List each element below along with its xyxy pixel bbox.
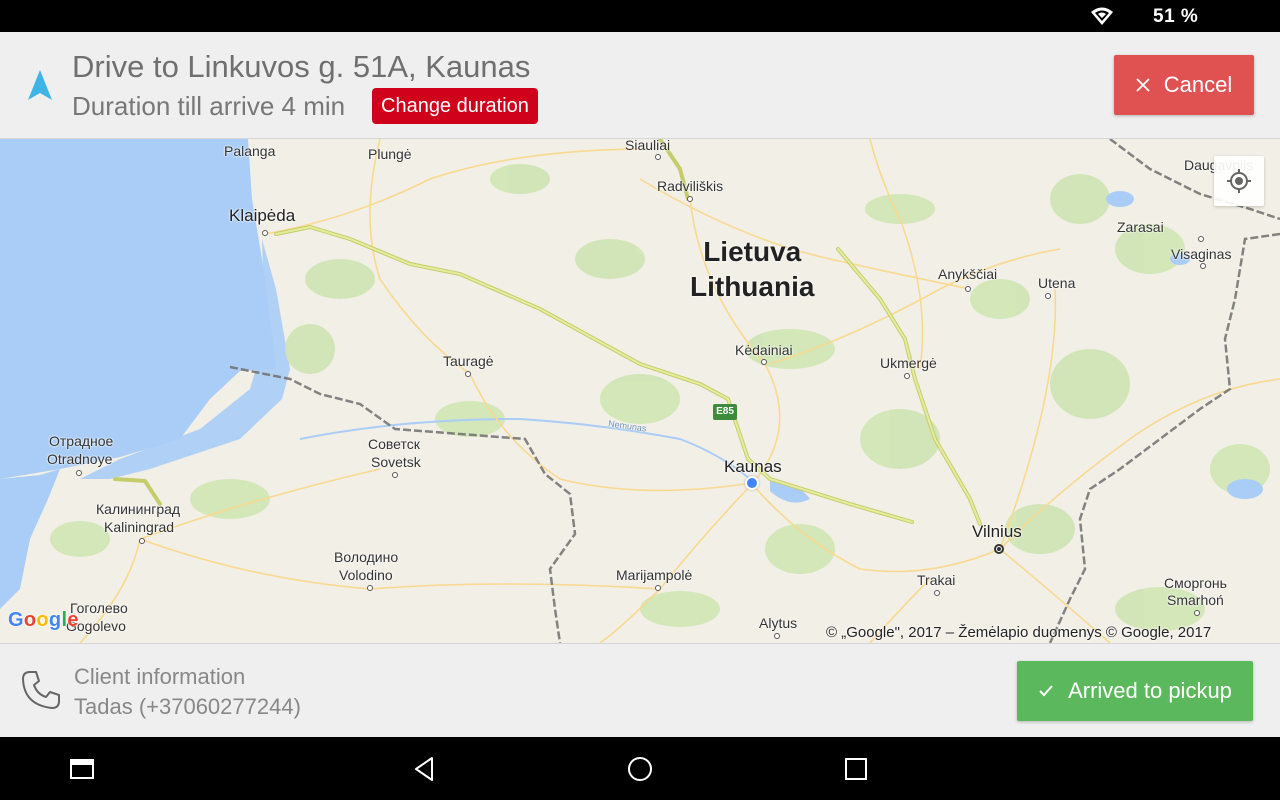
back-icon[interactable]: [408, 753, 440, 785]
place-anyksciai: Anykščiai: [938, 266, 998, 282]
city-marker: [774, 633, 780, 639]
google-logo-letter: o: [23, 609, 37, 631]
map-view[interactable]: Lietuva Lithuania Palanga Plungė Siaulia…: [0, 139, 1280, 643]
city-marker: [262, 230, 268, 236]
city-marker: [655, 585, 661, 591]
place-smorgon-ru: Сморгонь: [1164, 575, 1227, 591]
map-attribution[interactable]: © „Google", 2017 – Žemėlapio duomenys © …: [826, 624, 1211, 641]
wifi-icon: [1091, 7, 1113, 25]
recent-apps-icon[interactable]: [66, 753, 98, 785]
city-marker: [934, 590, 940, 596]
country-label-local: Lietuva: [703, 236, 802, 267]
duration-text: Duration till arrive 4 min: [72, 91, 346, 121]
change-duration-button[interactable]: Change duration: [372, 88, 538, 124]
place-vilnius: Vilnius: [972, 522, 1022, 541]
place-utena: Utena: [1038, 275, 1076, 291]
destination-title: Drive to Linkuvos g. 51A, Kaunas: [72, 49, 531, 84]
system-nav-bar: [0, 737, 1280, 800]
place-kaliningrad: Kaliningrad: [104, 519, 175, 535]
my-location-button[interactable]: [1214, 156, 1264, 206]
arrived-label: Arrived to pickup: [1068, 678, 1232, 703]
place-sovetsk-ru: Советск: [368, 436, 420, 452]
battery-percentage: 51 %: [1153, 6, 1199, 27]
place-klaipeda: Klaipėda: [229, 206, 296, 225]
city-marker: [687, 196, 693, 202]
place-kaunas: Kaunas: [724, 457, 782, 476]
place-smarhon: Smarhoń: [1167, 592, 1224, 608]
city-marker: [367, 585, 373, 591]
google-logo-letter: e: [67, 609, 79, 631]
city-marker: [392, 472, 398, 478]
client-name-phone[interactable]: Tadas (+37060277244): [74, 694, 301, 720]
my-location-icon: [1227, 169, 1251, 193]
home-icon[interactable]: [624, 753, 656, 785]
city-marker: [655, 154, 661, 160]
place-palanga: Palanga: [224, 143, 276, 159]
place-marijampole: Marijampolė: [616, 567, 693, 583]
close-icon: [1136, 78, 1150, 92]
place-taurage: Tauragė: [443, 353, 494, 369]
city-marker: [1194, 610, 1200, 616]
city-marker: [904, 373, 910, 379]
place-siauliai: Siauliai: [625, 139, 671, 153]
place-plunge: Plungė: [368, 146, 412, 162]
city-marker: [965, 286, 971, 292]
phone-icon[interactable]: [20, 669, 62, 711]
city-marker: [465, 371, 471, 377]
place-kedainiai: Kėdainiai: [735, 342, 793, 358]
capital-marker: [994, 544, 1004, 554]
google-logo: Google: [8, 609, 79, 632]
city-marker: [139, 538, 145, 544]
status-bar: 51 %: [0, 0, 1280, 32]
city-marker: [76, 470, 82, 476]
place-ukmerge: Ukmergė: [880, 355, 937, 371]
overview-square-icon[interactable]: [840, 753, 872, 785]
place-visaginas: Visaginas: [1171, 246, 1232, 262]
place-radviliskis: Radviliškis: [657, 178, 724, 194]
country-label-en: Lithuania: [690, 271, 815, 302]
city-marker: [761, 359, 767, 365]
google-logo-letter: g: [48, 609, 62, 631]
arrived-to-pickup-button[interactable]: Arrived to pickup: [1017, 661, 1253, 721]
navigation-arrow-icon: [28, 70, 52, 100]
country-label: Lietuva Lithuania: [690, 234, 814, 304]
place-otradnoye: Otradnoye: [47, 451, 113, 467]
place-trakai: Trakai: [917, 572, 956, 588]
place-volodino: Volodino: [339, 567, 393, 583]
place-kaliningrad-ru: Калининград: [96, 501, 181, 517]
city-marker: [1045, 293, 1051, 299]
place-zarasai: Zarasai: [1117, 219, 1164, 235]
google-logo-letter: G: [8, 609, 24, 631]
cancel-button[interactable]: Cancel: [1114, 55, 1254, 115]
place-volodino-ru: Володино: [334, 549, 399, 565]
cancel-label: Cancel: [1163, 72, 1233, 97]
road-shield-e85: E85: [713, 404, 737, 420]
city-marker: [1200, 263, 1206, 269]
place-otradnoe-ru: Отрадное: [49, 433, 114, 449]
client-info-label: Client information: [74, 664, 246, 689]
city-marker: [1198, 236, 1204, 242]
trip-header: Drive to Linkuvos g. 51A, Kaunas Duratio…: [0, 32, 1280, 139]
current-location-marker: [745, 476, 759, 490]
client-info-footer: Client information Tadas (+37060277244) …: [0, 643, 1280, 737]
google-logo-letter: o: [36, 609, 49, 631]
place-sovetsk: Sovetsk: [371, 454, 421, 470]
place-alytus: Alytus: [759, 615, 798, 631]
check-icon: [1039, 685, 1053, 697]
